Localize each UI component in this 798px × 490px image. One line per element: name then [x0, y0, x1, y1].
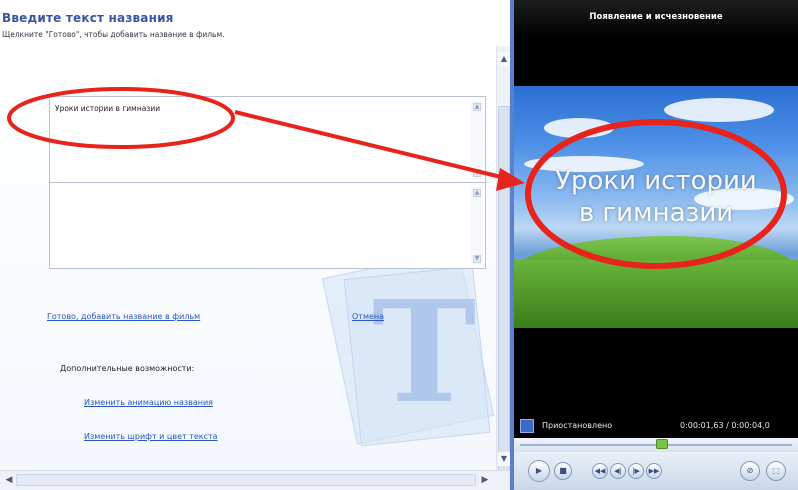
scroll-down-icon[interactable]: ▼: [498, 452, 510, 466]
fast-forward-icon[interactable]: ▶▶: [646, 463, 662, 479]
field-1-scrollbar[interactable]: ▲ ▼: [471, 101, 483, 179]
horizontal-scroll-thumb[interactable]: [16, 474, 476, 486]
cancel-link[interactable]: Отмена: [352, 312, 384, 321]
title-editor-pane: Введите текст названия Щелкните "Готово"…: [0, 0, 510, 490]
preview-overlay-line-1: Уроки истории: [555, 166, 757, 196]
snapshot-icon[interactable]: ⬚: [766, 461, 786, 481]
vertical-scrollbar[interactable]: ▲ ▼: [496, 46, 510, 490]
seek-bar[interactable]: [514, 438, 798, 452]
change-animation-link[interactable]: Изменить анимацию названия: [84, 398, 213, 407]
play-icon[interactable]: ▶: [528, 460, 550, 482]
field-2-scrollbar[interactable]: ▲ ▼: [471, 187, 483, 265]
preview-overlay-line-2: в гимназии: [578, 198, 734, 228]
title-text-field-1[interactable]: Уроки истории в гимназии ▲ ▼: [49, 96, 486, 183]
playback-time: 0:00:01,63 / 0:00:04,0: [680, 421, 770, 430]
next-frame-icon[interactable]: |▶: [628, 463, 644, 479]
cloud-shape: [664, 98, 774, 122]
field-1-scroll-up-icon[interactable]: ▲: [473, 103, 481, 111]
preview-pane: Появление и исчезновение Уроки истории в…: [510, 0, 798, 490]
title-text-field-2[interactable]: ▲ ▼: [49, 182, 486, 269]
field-2-scroll-down-icon[interactable]: ▼: [473, 255, 481, 263]
title-t-icon: T: [372, 271, 477, 435]
page-title: Введите текст названия: [2, 11, 174, 25]
playback-status: Приостановлено: [542, 421, 613, 430]
done-add-title-link[interactable]: Готово, добавить название в фильм: [47, 312, 200, 321]
playback-status-bar: Приостановлено 0:00:01,63 / 0:00:04,0: [514, 414, 798, 438]
stop-icon[interactable]: ■: [554, 462, 572, 480]
field-2-scroll-up-icon[interactable]: ▲: [473, 189, 481, 197]
preview-title: Появление и исчезновение: [514, 0, 798, 38]
playback-controls: ▶ ■ ◀◀ ◀| |▶ ▶▶ ⊘ ⬚: [514, 452, 798, 490]
scroll-left-icon[interactable]: ◀: [2, 473, 16, 487]
more-options-label: Дополнительные возможности:: [60, 364, 195, 373]
vertical-scroll-thumb[interactable]: [498, 106, 510, 490]
title-text-value: Уроки истории в гимназии: [55, 104, 161, 113]
page-subtitle: Щелкните "Готово", чтобы добавить назван…: [2, 30, 225, 39]
scroll-right-icon[interactable]: ▶: [478, 473, 492, 487]
seek-handle[interactable]: [656, 439, 668, 449]
rewind-icon[interactable]: ◀◀: [592, 463, 608, 479]
preview-monitor[interactable]: Уроки истории в гимназии: [514, 38, 798, 414]
scroll-up-icon[interactable]: ▲: [498, 52, 510, 66]
cloud-shape: [544, 118, 614, 138]
horizontal-scrollbar[interactable]: ◀ ▶: [0, 470, 510, 490]
split-clip-icon[interactable]: ⊘: [740, 461, 760, 481]
status-icon: [520, 419, 534, 433]
previous-frame-icon[interactable]: ◀|: [610, 463, 626, 479]
field-1-scroll-down-icon[interactable]: ▼: [473, 169, 481, 177]
change-font-color-link[interactable]: Изменить шрифт и цвет текста: [84, 432, 218, 441]
preview-hill-shadow: [514, 260, 798, 328]
